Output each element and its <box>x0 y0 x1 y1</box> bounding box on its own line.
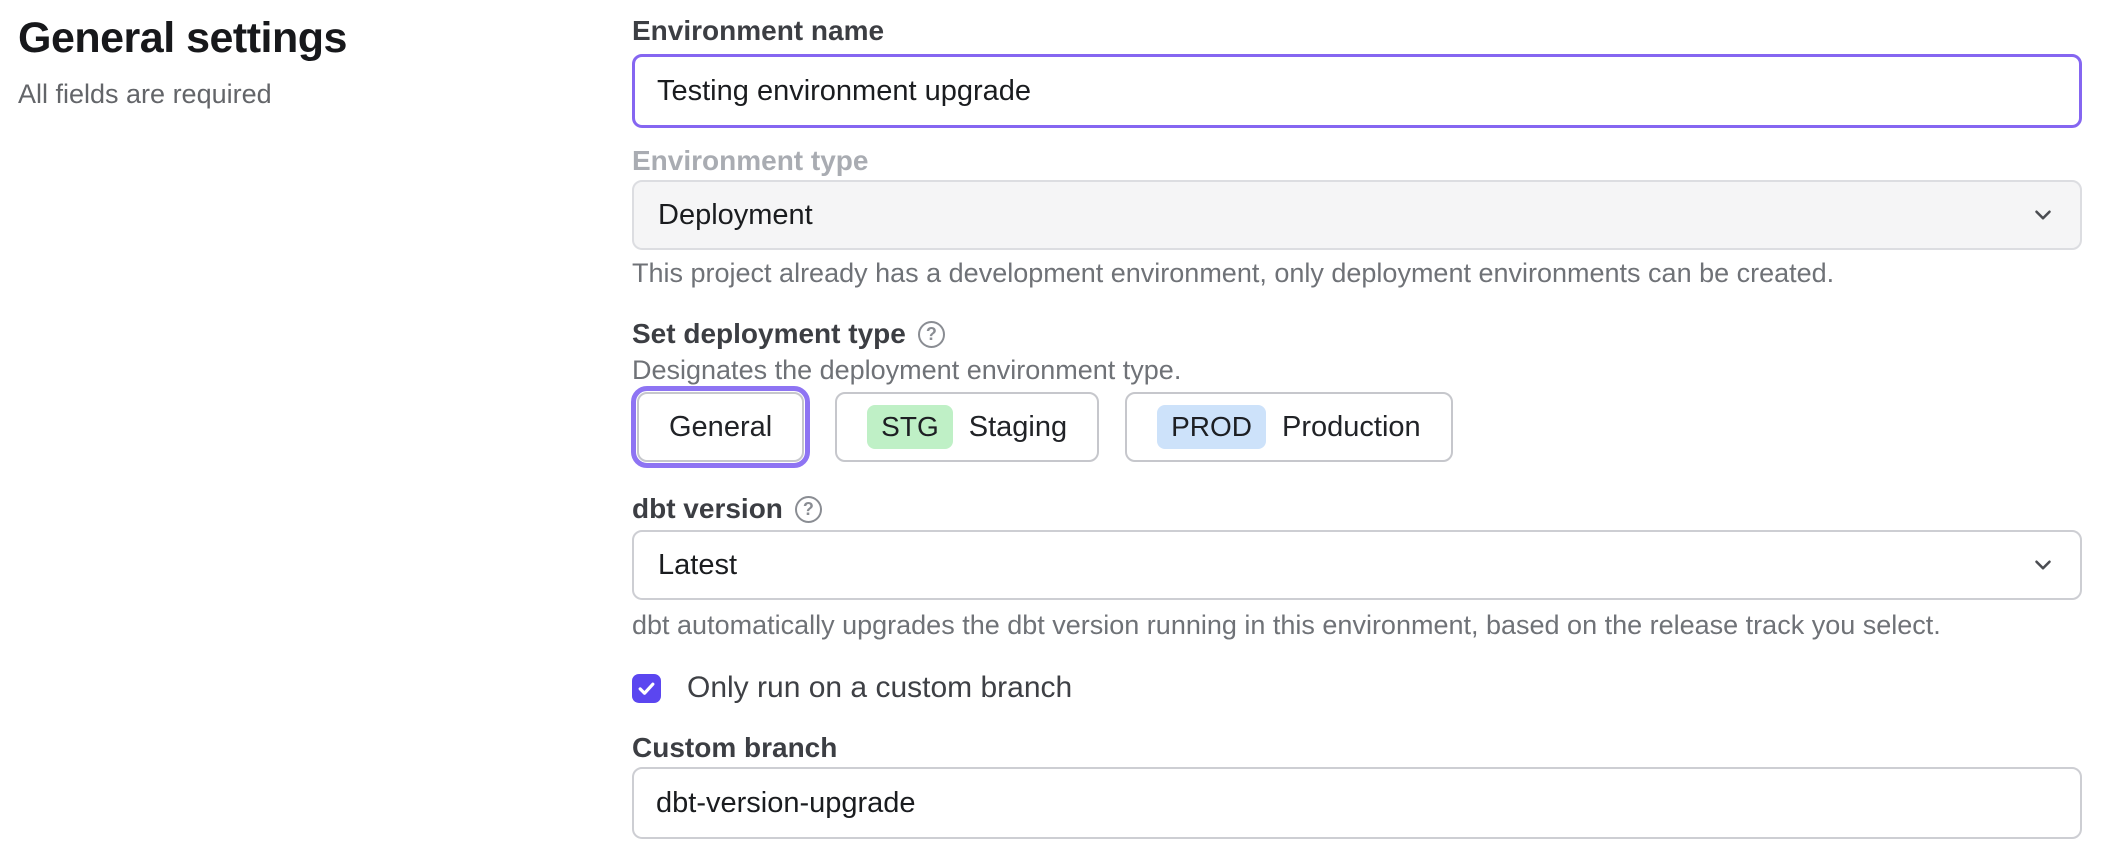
page-title: General settings <box>18 14 578 63</box>
deployment-type-options: General STG Staging PROD Production <box>632 392 2082 462</box>
environment-type-label: Environment type <box>632 144 2082 178</box>
custom-branch-checkbox[interactable] <box>632 674 661 703</box>
custom-branch-toggle-row: Only run on a custom branch <box>632 671 2082 705</box>
custom-branch-label: Custom branch <box>632 731 2082 765</box>
checkmark-icon <box>637 679 656 698</box>
deployment-type-option-staging[interactable]: STG Staging <box>835 392 1099 462</box>
dbt-version-value: Latest <box>658 549 737 582</box>
dbt-version-label: dbt version ? <box>632 492 2082 526</box>
environment-name-input[interactable] <box>632 54 2082 128</box>
environment-type-value: Deployment <box>658 199 813 232</box>
chevron-down-icon <box>2030 202 2056 228</box>
deployment-type-description: Designates the deployment environment ty… <box>632 357 2082 384</box>
help-icon[interactable]: ? <box>918 321 945 348</box>
deployment-type-label: Set deployment type ? <box>632 317 2082 351</box>
stg-badge: STG <box>867 405 953 449</box>
settings-header: General settings All fields are required <box>18 14 578 110</box>
custom-branch-input[interactable] <box>632 767 2082 839</box>
chevron-down-icon <box>2030 552 2056 578</box>
help-icon[interactable]: ? <box>795 496 822 523</box>
prod-badge: PROD <box>1157 405 1266 449</box>
environment-type-select[interactable]: Deployment <box>632 180 2082 250</box>
page-subtitle: All fields are required <box>18 79 578 110</box>
environment-settings-form: Environment name Environment type Deploy… <box>632 0 2082 839</box>
dbt-version-helper: dbt automatically upgrades the dbt versi… <box>632 612 2082 639</box>
deployment-type-option-general[interactable]: General <box>637 392 804 462</box>
environment-type-helper: This project already has a development e… <box>632 260 2082 287</box>
dbt-version-select[interactable]: Latest <box>632 530 2082 600</box>
environment-name-label: Environment name <box>632 14 2082 48</box>
custom-branch-toggle-label[interactable]: Only run on a custom branch <box>687 671 1072 705</box>
deployment-type-option-production[interactable]: PROD Production <box>1125 392 1453 462</box>
